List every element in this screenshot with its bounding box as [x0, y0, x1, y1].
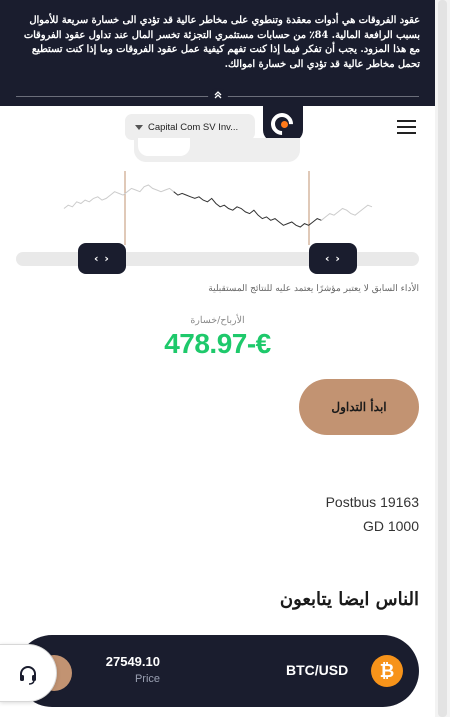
- entity-selector-label: Capital Com SV Inv...: [148, 121, 239, 133]
- price-chart: [63, 171, 373, 245]
- profit-loss-value: 478.97-€: [164, 328, 271, 359]
- caret-down-icon: [135, 124, 143, 130]
- profit-loss-label: الأرباح/خسارة: [190, 315, 245, 326]
- start-trading-button[interactable]: ابدأ التداول: [299, 379, 419, 435]
- past-performance-disclaimer: الأداء السابق لا يعتبر مؤشرًا يعتمد عليه…: [208, 284, 419, 294]
- risk-warning-banner: عقود الفروقات هي أدوات معقدة وتنطوي على …: [0, 0, 435, 106]
- collapse-chevron-icon[interactable]: [208, 88, 228, 106]
- address-line-1: Postbus 19163: [325, 494, 419, 510]
- chart-line-faded-start: [63, 184, 175, 209]
- ticker-pair-label: BTC/USD: [286, 662, 349, 678]
- chart-line-selected: [173, 191, 322, 228]
- address-line-2: GD 1000: [362, 518, 419, 534]
- ticker-card-btc-usd[interactable]: [16, 635, 419, 707]
- risk-warning-text: عقود الفروقات هي أدوات معقدة وتنطوي على …: [23, 15, 420, 70]
- people-also-follow-title: الناس ايضا يتابعون: [279, 589, 419, 610]
- headset-icon: [20, 666, 36, 685]
- range-slider-left-handle[interactable]: ‹ ›: [78, 243, 126, 274]
- ticker-price-label: Price: [134, 673, 160, 685]
- menu-icon[interactable]: [397, 120, 417, 134]
- time-range-selector[interactable]: [134, 138, 300, 162]
- support-button[interactable]: [0, 644, 57, 702]
- chart-line-faded-end: [321, 204, 373, 221]
- scrollbar-track[interactable]: [435, 0, 450, 717]
- logo-dot: [281, 121, 288, 128]
- scrollbar-thumb[interactable]: [438, 0, 447, 717]
- capital-com-logo[interactable]: [263, 102, 303, 142]
- bitcoin-icon: ₿: [371, 655, 403, 687]
- range-slider-track[interactable]: [16, 252, 419, 266]
- ticker-price-value: 27549.10: [105, 654, 160, 669]
- range-slider-right-handle[interactable]: ‹ ›: [309, 243, 357, 274]
- entity-selector[interactable]: Capital Com SV Inv...: [125, 114, 255, 140]
- time-range-active-option[interactable]: [138, 138, 190, 156]
